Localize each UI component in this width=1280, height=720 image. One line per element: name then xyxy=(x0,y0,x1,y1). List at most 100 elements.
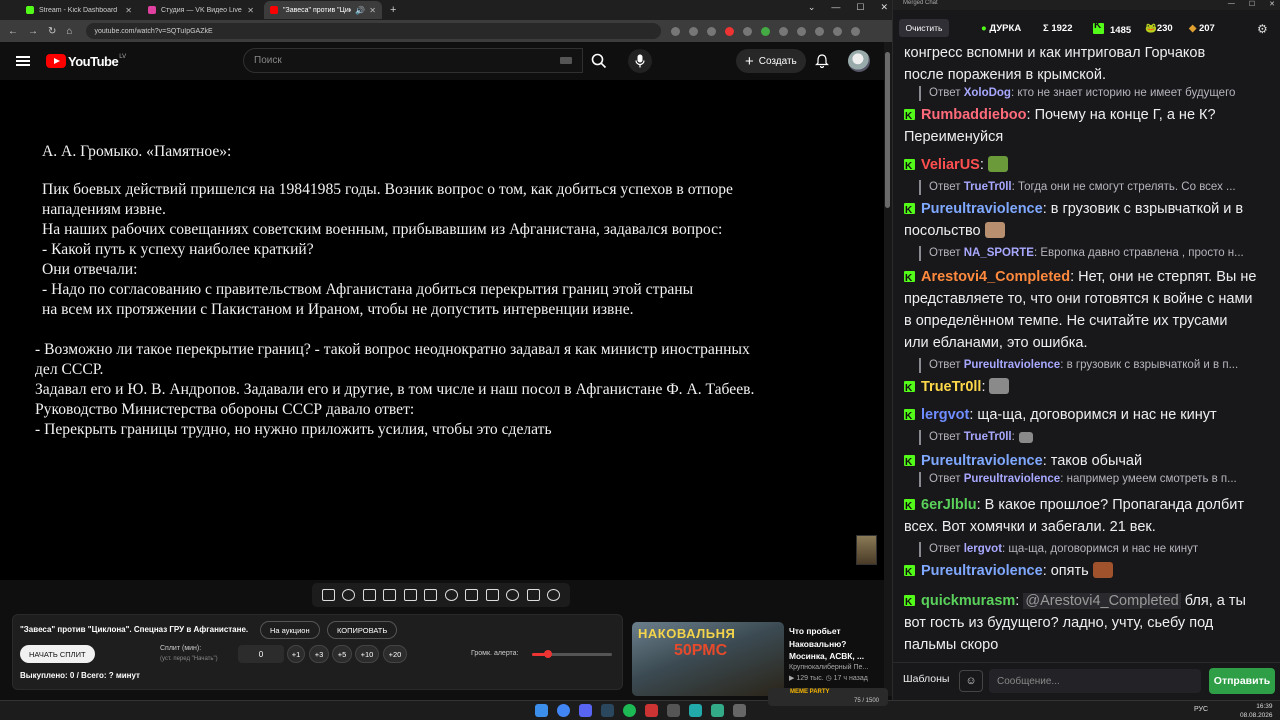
speed-icon[interactable] xyxy=(444,589,458,601)
tab-kick-dashboard[interactable]: Stream - Kick Dashboard ✕ xyxy=(20,1,138,19)
step-button[interactable]: +1 xyxy=(287,645,305,663)
minimize-icon[interactable]: — xyxy=(1228,0,1235,8)
reply-username[interactable]: lergvot xyxy=(964,543,1002,555)
maximize-icon[interactable]: ☐ xyxy=(1249,0,1255,8)
emoji-picker-icon[interactable]: ☺ xyxy=(959,670,983,692)
chat-username[interactable]: VeliarUS xyxy=(921,157,980,173)
close-window-icon[interactable]: ✕ xyxy=(880,2,888,13)
youtube-logo[interactable]: YouTube LV xyxy=(46,54,126,69)
url-field[interactable]: youtube.com/watch?v=SQTuIpGAZkE xyxy=(86,23,662,39)
message-input[interactable]: Сообщение... xyxy=(989,669,1201,693)
subtitles-icon[interactable] xyxy=(362,589,376,601)
maximize-icon[interactable]: ☐ xyxy=(856,2,864,13)
edit-icon[interactable] xyxy=(465,589,479,601)
chat-username[interactable]: Pureultraviolence xyxy=(921,453,1043,469)
screenshot-icon[interactable] xyxy=(506,589,520,601)
chat-username[interactable]: quickmurasm xyxy=(921,593,1015,609)
mention[interactable]: @Arestovi4_Completed xyxy=(1023,593,1181,609)
avatar[interactable] xyxy=(848,50,870,72)
extension-icon[interactable] xyxy=(725,26,735,36)
obs-icon[interactable] xyxy=(645,704,658,717)
chat-username[interactable]: Arestovi4_Completed xyxy=(921,269,1070,285)
extension-icon[interactable] xyxy=(797,26,807,36)
mini-player-icon[interactable] xyxy=(424,589,438,601)
picture-in-picture-icon[interactable] xyxy=(403,589,417,601)
copy-button[interactable]: КОПИРОВАТЬ xyxy=(327,621,398,639)
spotify-icon[interactable] xyxy=(623,704,636,717)
close-window-icon[interactable]: ✕ xyxy=(1269,0,1275,8)
reply-username[interactable]: TrueTr0ll xyxy=(964,181,1012,193)
app-icon[interactable] xyxy=(667,704,680,717)
home-icon[interactable]: ⌂ xyxy=(66,26,72,37)
keyboard-icon[interactable] xyxy=(560,57,572,64)
new-tab-icon[interactable]: + xyxy=(390,4,396,16)
recommended-channel[interactable]: Крупнокалиберный Пе... xyxy=(789,662,868,674)
recommended-video-thumbnail[interactable]: НАКОВАЛЬНЯ 50РМС xyxy=(632,622,784,696)
create-button[interactable]: + Создать xyxy=(736,49,806,73)
start-split-button[interactable]: НАЧАТЬ СПЛИТ xyxy=(20,645,95,663)
keyboard-language[interactable]: РУС xyxy=(1194,706,1208,713)
speaker-icon[interactable]: 🔊 xyxy=(355,6,365,15)
hamburger-menu-icon[interactable] xyxy=(16,56,30,66)
chat-username[interactable]: 6erJlblu xyxy=(921,497,977,513)
chrome-icon[interactable] xyxy=(557,704,570,717)
close-icon[interactable]: ✕ xyxy=(247,6,254,15)
send-button[interactable]: Отправить xyxy=(1209,668,1275,694)
app-icon[interactable] xyxy=(711,704,724,717)
reply-username[interactable]: Pureultraviolence xyxy=(964,359,1061,371)
step-button[interactable]: +20 xyxy=(383,645,407,663)
chevron-down-icon[interactable]: ⌄ xyxy=(808,2,816,13)
cinema-icon[interactable] xyxy=(383,589,397,601)
extension-icon[interactable] xyxy=(761,26,771,36)
app-icon[interactable] xyxy=(733,704,746,717)
close-icon[interactable]: ✕ xyxy=(125,6,132,15)
close-icon[interactable]: ✕ xyxy=(369,6,376,15)
meme-party-widget[interactable]: MEME PARTY 75 / 1500 xyxy=(768,688,888,706)
reply-username[interactable]: Pureultraviolence xyxy=(964,473,1061,485)
tab-vk-studio[interactable]: Студия — VK Видео Live ✕ xyxy=(142,1,260,19)
chat-username[interactable]: Pureultraviolence xyxy=(921,201,1043,217)
bookmark-star-icon[interactable] xyxy=(707,26,717,36)
audio-icon[interactable] xyxy=(342,589,356,601)
reply-username[interactable]: TrueTr0ll xyxy=(964,431,1012,443)
split-minutes-input[interactable]: 0 xyxy=(238,645,284,663)
back-icon[interactable]: ← xyxy=(8,26,18,37)
reply-username[interactable]: NA_SPORTE xyxy=(964,247,1034,259)
start-menu-icon[interactable] xyxy=(535,704,548,717)
templates-button[interactable]: Шаблоны xyxy=(903,673,949,685)
app-icon[interactable] xyxy=(689,704,702,717)
reply-username[interactable]: XoloDog xyxy=(964,87,1011,99)
extension-icon[interactable] xyxy=(743,26,753,36)
extension-icon[interactable] xyxy=(779,26,789,36)
step-button[interactable]: +10 xyxy=(355,645,379,663)
share-icon[interactable] xyxy=(689,26,699,36)
chat-settings-gear-icon[interactable]: ⚙ xyxy=(1257,22,1268,36)
tab-youtube-video[interactable]: "Завеса" против "Циклона" 🔊 ✕ xyxy=(264,1,382,19)
more-menu-icon[interactable] xyxy=(851,26,861,36)
step-button[interactable]: +3 xyxy=(309,645,329,663)
clear-chat-button[interactable]: Очистить xyxy=(899,19,949,37)
zoom-icon[interactable] xyxy=(671,26,681,36)
extension-icon[interactable] xyxy=(815,26,825,36)
forward-icon[interactable]: → xyxy=(28,26,38,37)
loop-icon[interactable] xyxy=(321,589,335,601)
reload-icon[interactable]: ↻ xyxy=(48,26,56,37)
profile-icon[interactable] xyxy=(833,26,843,36)
steam-icon[interactable] xyxy=(601,704,614,717)
chat-username[interactable]: Pureultraviolence xyxy=(921,563,1043,579)
alert-volume-handle[interactable] xyxy=(544,650,552,658)
gear-icon[interactable] xyxy=(547,589,561,601)
step-button[interactable]: +5 xyxy=(332,645,352,663)
search-button[interactable] xyxy=(583,48,615,73)
video-player[interactable]: А. А. Громыко. «Памятное»: Пик боевых де… xyxy=(0,80,884,580)
system-clock[interactable]: 16:39 08.08.2026 xyxy=(1240,702,1273,720)
chat-username[interactable]: lergvot xyxy=(921,407,969,423)
recommended-video-title[interactable]: Что пробьет Наковальню? Мосинка, АСВК, .… xyxy=(789,625,884,663)
flask-icon[interactable] xyxy=(526,589,540,601)
search-input[interactable]: Поиск xyxy=(243,48,583,73)
discord-icon[interactable] xyxy=(579,704,592,717)
auction-button[interactable]: На аукцион xyxy=(260,621,320,639)
mini-preview-thumbnail[interactable] xyxy=(856,535,877,565)
chat-username[interactable]: Rumbaddieboo xyxy=(921,107,1027,123)
add-icon[interactable] xyxy=(485,589,499,601)
